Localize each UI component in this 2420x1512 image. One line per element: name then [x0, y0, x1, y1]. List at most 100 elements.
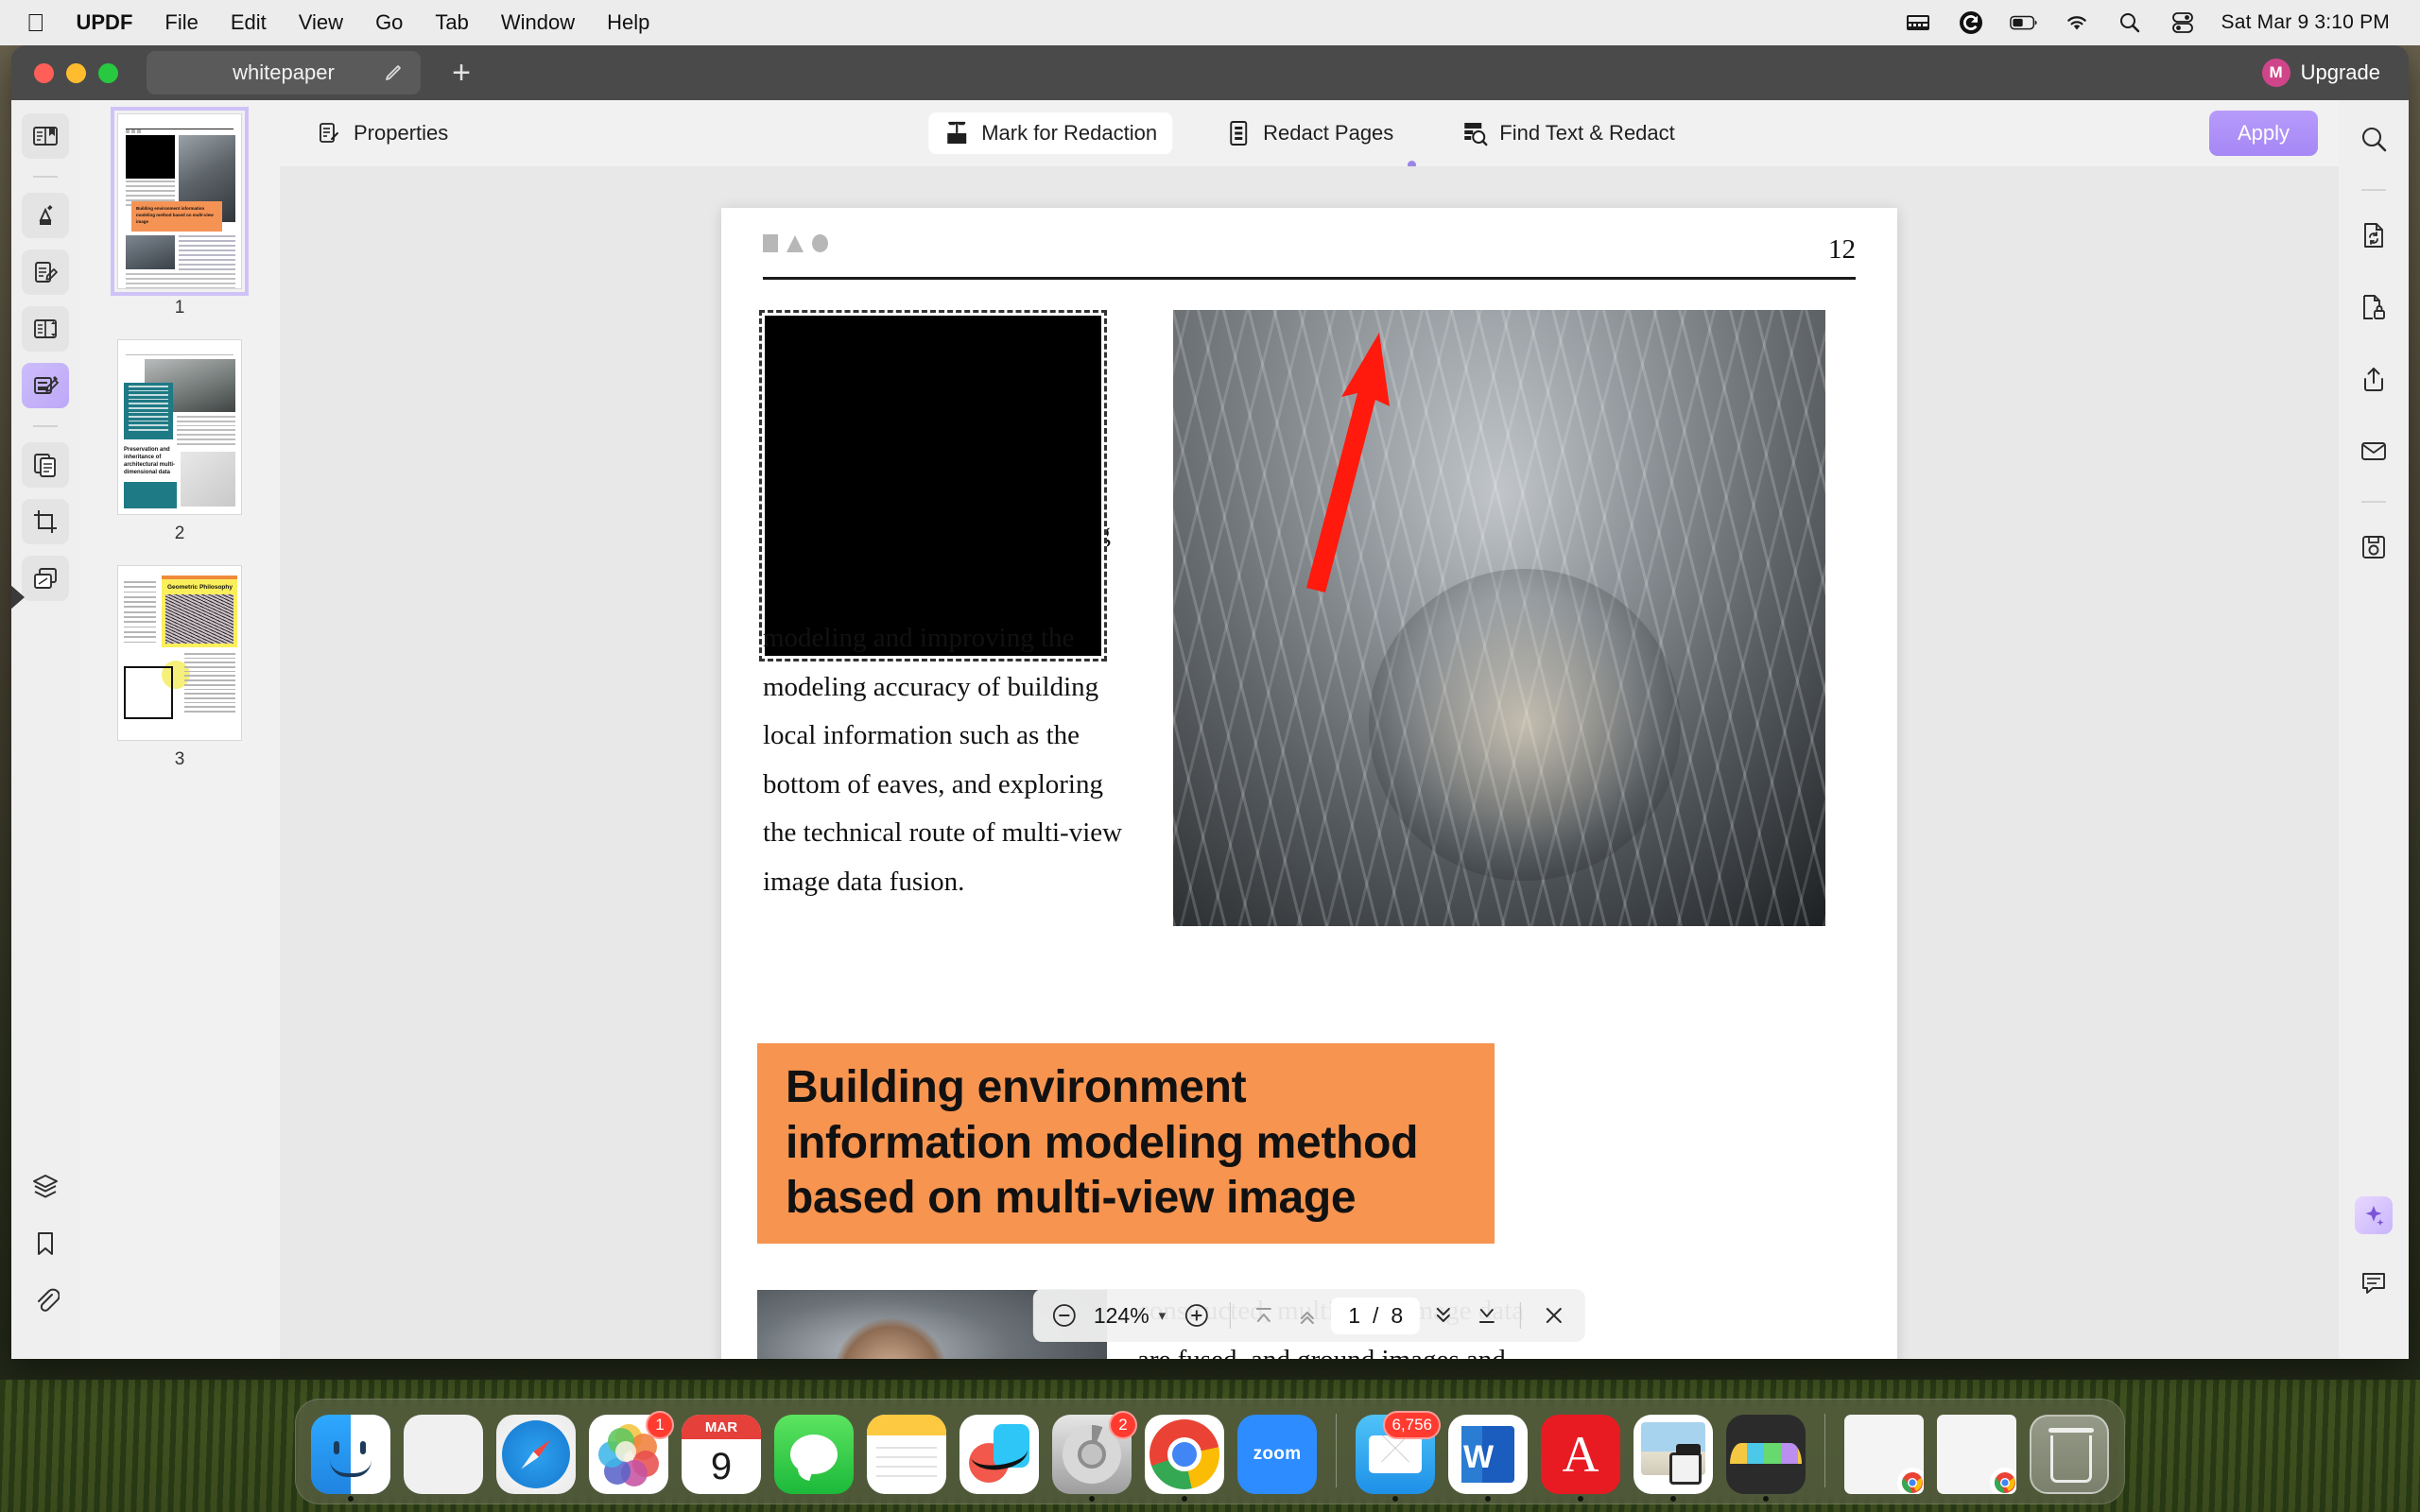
chevron-down-icon[interactable]: ▾ [1159, 1307, 1174, 1324]
dock-app-notes[interactable] [867, 1415, 946, 1494]
panel-collapse-handle[interactable] [11, 584, 25, 610]
dock-app-calendar[interactable]: MAR 9 [682, 1415, 761, 1494]
menu-go[interactable]: Go [359, 0, 419, 45]
close-button[interactable] [34, 62, 54, 83]
finder-icon[interactable] [311, 1415, 390, 1494]
spotlight-search-icon[interactable] [2116, 9, 2144, 36]
dock-app-launchpad[interactable] [404, 1415, 483, 1494]
new-tab-button[interactable]: + [445, 57, 477, 89]
page-thumbnail-panel[interactable]: Building environment information modelin… [79, 100, 280, 1359]
zoom-in-icon[interactable] [1177, 1296, 1217, 1335]
messages-icon[interactable] [774, 1415, 854, 1494]
word-icon[interactable]: W [1448, 1415, 1528, 1494]
pencil-icon[interactable] [383, 62, 404, 83]
tab-whitepaper[interactable]: whitepaper [147, 51, 421, 94]
last-page-icon[interactable] [1467, 1296, 1507, 1335]
thumbnail-item-2[interactable]: Preservation and inheritance of architec… [79, 339, 280, 565]
first-page-icon[interactable] [1244, 1296, 1284, 1335]
sidebar-item-edit-pdf[interactable] [22, 249, 69, 295]
redaction-mark-box[interactable] [759, 310, 1107, 662]
chrome-icon[interactable] [1145, 1415, 1224, 1494]
dock-app-finder[interactable] [311, 1415, 390, 1502]
sidebar-item-reader[interactable] [22, 113, 69, 159]
updf-icon[interactable] [1726, 1415, 1806, 1494]
menu-window[interactable]: Window [485, 0, 591, 45]
bookmark-icon[interactable] [22, 1221, 69, 1266]
floppy-save-icon[interactable] [2350, 524, 2397, 571]
minimized-window-2[interactable] [1937, 1415, 2016, 1494]
avatar[interactable]: M [2261, 59, 2290, 87]
thumbnail-item-1[interactable]: Building environment information modelin… [79, 107, 280, 339]
next-page-icon[interactable] [1424, 1296, 1463, 1335]
thumbnail-page-1[interactable]: Building environment information modelin… [111, 107, 249, 296]
dock-app-safari[interactable] [496, 1415, 576, 1494]
mark-for-redaction-button[interactable]: Mark for Redaction [928, 112, 1173, 154]
launchpad-icon[interactable] [404, 1415, 483, 1494]
share-upload-icon[interactable] [2350, 355, 2397, 403]
sidebar-item-compare[interactable] [22, 556, 69, 601]
lock-document-icon[interactable] [2350, 284, 2397, 331]
acrobat-icon[interactable]: A [1541, 1415, 1620, 1494]
preview-icon[interactable] [1634, 1415, 1713, 1494]
dock-app-preview[interactable] [1634, 1415, 1713, 1502]
wifi-icon[interactable] [2063, 9, 2091, 36]
sidebar-item-annotate[interactable] [22, 193, 69, 238]
dock-app-zoom[interactable]: zoom [1237, 1415, 1317, 1494]
menu-view[interactable]: View [283, 0, 359, 45]
minimized-window-1[interactable] [1844, 1415, 1924, 1494]
upgrade-area[interactable]: M Upgrade [2261, 59, 2409, 87]
dock-app-system-settings[interactable]: 2 [1052, 1411, 1137, 1502]
sidebar-item-crop[interactable] [22, 499, 69, 544]
grammarly-icon[interactable] [1957, 9, 1985, 36]
minimized-window-thumb[interactable] [1844, 1415, 1924, 1494]
menu-file[interactable]: File [148, 0, 214, 45]
close-icon[interactable] [1534, 1296, 1574, 1335]
maximize-button[interactable] [98, 62, 118, 83]
battery-icon[interactable] [2009, 9, 2038, 36]
page-number-input[interactable]: 1 / 8 [1331, 1297, 1421, 1334]
dock-app-updf[interactable] [1726, 1415, 1806, 1502]
dock-trash[interactable] [2030, 1415, 2109, 1494]
sidebar-item-redact[interactable] [22, 363, 69, 408]
page-scroll-area[interactable]: 12 ng ing modeling and improving the mod… [280, 166, 2339, 1359]
control-center-icon[interactable] [2169, 9, 2197, 36]
search-icon[interactable] [2350, 115, 2397, 163]
freeform-icon[interactable] [959, 1415, 1039, 1494]
thumbnail-item-3[interactable]: Geometric Philosophy 3 [79, 565, 280, 791]
thumbnail-page-3[interactable]: Geometric Philosophy [117, 565, 242, 741]
pdf-page-1[interactable]: 12 ng ing modeling and improving the mod… [721, 208, 1897, 1359]
convert-document-icon[interactable] [2350, 212, 2397, 259]
menu-edit[interactable]: Edit [215, 0, 283, 45]
menu-bar-clock[interactable]: Sat Mar 9 3:10 PM [2221, 11, 2390, 34]
layers-icon[interactable] [22, 1164, 69, 1210]
minimized-window-thumb-2[interactable] [1937, 1415, 2016, 1494]
calendar-icon[interactable]: MAR 9 [682, 1415, 761, 1494]
menu-updf[interactable]: UPDF [60, 0, 149, 45]
upgrade-button[interactable]: Upgrade [2301, 60, 2380, 85]
previous-page-icon[interactable] [1288, 1296, 1327, 1335]
dock-app-photos[interactable]: 1 [589, 1411, 674, 1494]
minimize-button[interactable] [66, 62, 86, 83]
menu-tab[interactable]: Tab [419, 0, 484, 45]
dock-app-word[interactable]: W [1448, 1415, 1528, 1502]
redact-pages-button[interactable]: Redact Pages [1210, 112, 1409, 154]
notes-icon[interactable] [867, 1415, 946, 1494]
keyboard-icon[interactable] [1904, 9, 1932, 36]
dock-app-acrobat[interactable]: A [1541, 1415, 1620, 1502]
dock-app-chrome[interactable] [1145, 1415, 1224, 1502]
dock-app-freeform[interactable] [959, 1415, 1039, 1494]
find-text-redact-button[interactable]: Find Text & Redact [1446, 112, 1689, 154]
sidebar-item-page-organize[interactable] [22, 306, 69, 352]
sidebar-item-ocr[interactable] [22, 442, 69, 488]
ai-sparkle-icon[interactable] [2355, 1196, 2393, 1234]
zoom-app-icon[interactable]: zoom [1237, 1415, 1317, 1494]
envelope-icon[interactable] [2350, 427, 2397, 474]
menu-help[interactable]: Help [591, 0, 666, 45]
safari-icon[interactable] [496, 1415, 576, 1494]
apply-button[interactable]: Apply [2208, 111, 2318, 156]
comment-bubble-icon[interactable] [2350, 1259, 2397, 1306]
dock-app-mail[interactable]: 6,756 [1356, 1411, 1441, 1502]
trash-icon[interactable] [2030, 1415, 2109, 1494]
paperclip-icon[interactable] [22, 1278, 69, 1323]
zoom-out-icon[interactable] [1045, 1296, 1084, 1335]
